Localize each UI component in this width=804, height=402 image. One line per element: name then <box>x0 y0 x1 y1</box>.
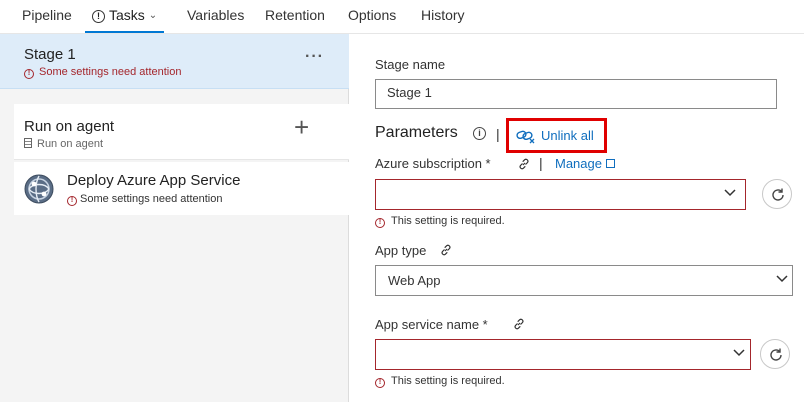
tab-pipeline[interactable]: Pipeline <box>22 6 72 24</box>
app-service-name-error: ! This setting is required. <box>375 375 505 388</box>
azure-subscription-error-text: This setting is required. <box>391 215 505 227</box>
info-icon[interactable]: i <box>473 127 486 140</box>
task-title: Deploy Azure App Service <box>67 172 241 189</box>
error-icon: ! <box>375 218 385 228</box>
separator: | <box>496 126 500 142</box>
manage-link[interactable]: Manage <box>555 156 615 171</box>
app-type-value: Web App <box>388 273 441 288</box>
more-options-button[interactable]: ··· <box>305 48 324 66</box>
add-task-button[interactable]: + <box>294 114 309 140</box>
alert-icon: ! <box>92 10 105 23</box>
active-tab-indicator <box>85 31 164 33</box>
stage-title: Stage 1 <box>24 46 76 63</box>
task-warning: ! Some settings need attention <box>67 193 222 206</box>
tab-tasks[interactable]: ! Tasks ⌄ <box>92 6 157 25</box>
chevron-down-icon: ⌄ <box>148 10 158 21</box>
tab-retention[interactable]: Retention <box>265 6 325 24</box>
stage-settings-panel: Stage name Stage 1 Parameters i | Unlink… <box>350 34 804 402</box>
tab-variables-label: Variables <box>187 7 245 23</box>
stage-warning-text: Some settings need attention <box>39 66 182 78</box>
tab-retention-label: Retention <box>265 7 325 23</box>
refresh-icon <box>772 188 784 201</box>
external-link-icon <box>605 159 615 168</box>
agent-job-subtitle-text: Run on agent <box>37 138 104 150</box>
tab-variables[interactable]: Variables <box>187 6 244 24</box>
refresh-app-service-button[interactable] <box>760 339 790 369</box>
app-service-name-error-text: This setting is required. <box>391 375 505 387</box>
chevron-down-icon <box>724 189 736 197</box>
agent-job-title: Run on agent <box>24 118 115 135</box>
app-type-dropdown[interactable]: Web App <box>375 265 793 296</box>
link-icon[interactable] <box>513 318 525 330</box>
azure-subscription-label: Azure subscription * <box>375 156 491 171</box>
chevron-down-icon <box>733 349 745 357</box>
app-service-name-label: App service name * <box>375 317 488 332</box>
separator: | <box>539 155 543 171</box>
unlink-icon[interactable] <box>516 128 536 144</box>
tab-bar: Pipeline ! Tasks ⌄ Variables Retention Opt… <box>0 0 804 34</box>
stage-card[interactable]: Stage 1 ! Some settings need attention ··… <box>0 34 349 89</box>
azure-subscription-dropdown[interactable] <box>375 179 746 210</box>
app-type-label: App type <box>375 243 427 258</box>
app-service-name-dropdown[interactable] <box>375 339 751 370</box>
tab-options-label: Options <box>348 7 397 23</box>
agent-job-subtitle: Run on agent <box>24 138 103 150</box>
refresh-icon <box>770 348 782 361</box>
agent-job-card[interactable]: Run on agent Run on agent + <box>14 104 349 160</box>
task-card[interactable]: Deploy Azure App Service ! Some settings … <box>14 162 349 215</box>
refresh-subscription-button[interactable] <box>762 179 792 209</box>
link-icon[interactable] <box>518 158 530 170</box>
error-icon: ! <box>375 378 385 388</box>
unlink-all-button[interactable]: Unlink all <box>541 128 594 143</box>
server-icon <box>24 138 32 148</box>
tab-options[interactable]: Options <box>348 6 396 24</box>
azure-app-service-icon <box>24 174 54 204</box>
task-list-panel: Stage 1 ! Some settings need attention ··… <box>0 34 349 402</box>
warning-icon: ! <box>24 69 34 79</box>
tab-pipeline-label: Pipeline <box>22 7 72 23</box>
task-warning-text: Some settings need attention <box>80 193 223 205</box>
tab-history-label: History <box>421 7 465 23</box>
tab-tasks-label: Tasks <box>109 7 145 23</box>
manage-link-text: Manage <box>555 156 602 171</box>
azure-subscription-error: ! This setting is required. <box>375 215 505 228</box>
stage-name-input[interactable]: Stage 1 <box>375 79 777 109</box>
link-icon[interactable] <box>440 244 452 256</box>
tab-history[interactable]: History <box>421 6 465 24</box>
parameters-heading: Parameters <box>375 124 458 141</box>
warning-icon: ! <box>67 196 77 206</box>
chevron-down-icon <box>776 275 788 283</box>
stage-warning: ! Some settings need attention <box>24 66 181 79</box>
stage-name-label: Stage name <box>375 57 446 72</box>
